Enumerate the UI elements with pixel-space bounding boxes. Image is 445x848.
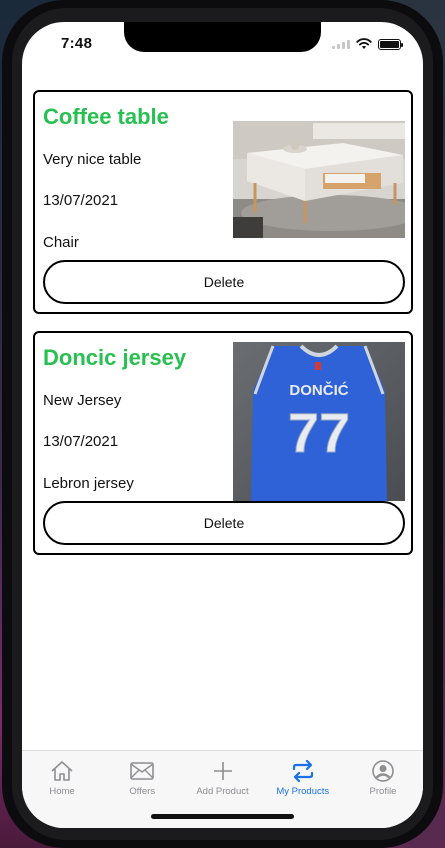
- product-description: Very nice table: [43, 151, 142, 168]
- wifi-icon: [356, 38, 372, 49]
- product-title: Coffee table: [43, 104, 169, 129]
- tab-label: Profile: [369, 786, 397, 797]
- jersey-image: DONČIĆ 77: [233, 342, 405, 501]
- tab-home[interactable]: Home: [22, 751, 102, 828]
- tab-profile[interactable]: Profile: [343, 751, 423, 828]
- home-icon: [50, 759, 74, 783]
- swap-icon: [291, 759, 315, 783]
- jersey-number-text: 77: [288, 401, 350, 464]
- coffee-table-image: [233, 121, 405, 238]
- app-screen: 7:48 Coffee table Very nice table 13/07/…: [22, 22, 423, 828]
- delete-button[interactable]: Delete: [43, 260, 405, 304]
- product-date: 13/07/2021: [43, 192, 119, 209]
- tab-label: Home: [49, 786, 75, 797]
- profile-icon: [371, 759, 395, 783]
- product-description: New Jersey: [43, 392, 122, 409]
- tab-label: Offers: [129, 786, 156, 797]
- plus-icon: [211, 759, 235, 783]
- product-date: 13/07/2021: [43, 433, 119, 450]
- envelope-icon: [130, 759, 155, 783]
- tab-label: Add Product: [196, 786, 249, 797]
- product-card: Doncic jersey New Jersey 13/07/2021 Lebr…: [33, 331, 413, 555]
- tab-label: My Products: [276, 786, 330, 797]
- status-icons: [332, 38, 403, 50]
- home-indicator: [151, 814, 294, 819]
- signal-icon: [332, 39, 350, 49]
- jersey-name-text: DONČIĆ: [289, 381, 348, 399]
- notch: [124, 22, 321, 52]
- status-time: 7:48: [61, 35, 93, 52]
- delete-button[interactable]: Delete: [43, 501, 405, 545]
- product-title: Doncic jersey: [43, 345, 187, 370]
- battery-icon: [378, 38, 403, 50]
- product-card: Coffee table Very nice table 13/07/2021 …: [33, 90, 413, 314]
- product-exchange-for: Lebron jersey: [43, 475, 134, 492]
- product-exchange-for: Chair: [43, 234, 79, 251]
